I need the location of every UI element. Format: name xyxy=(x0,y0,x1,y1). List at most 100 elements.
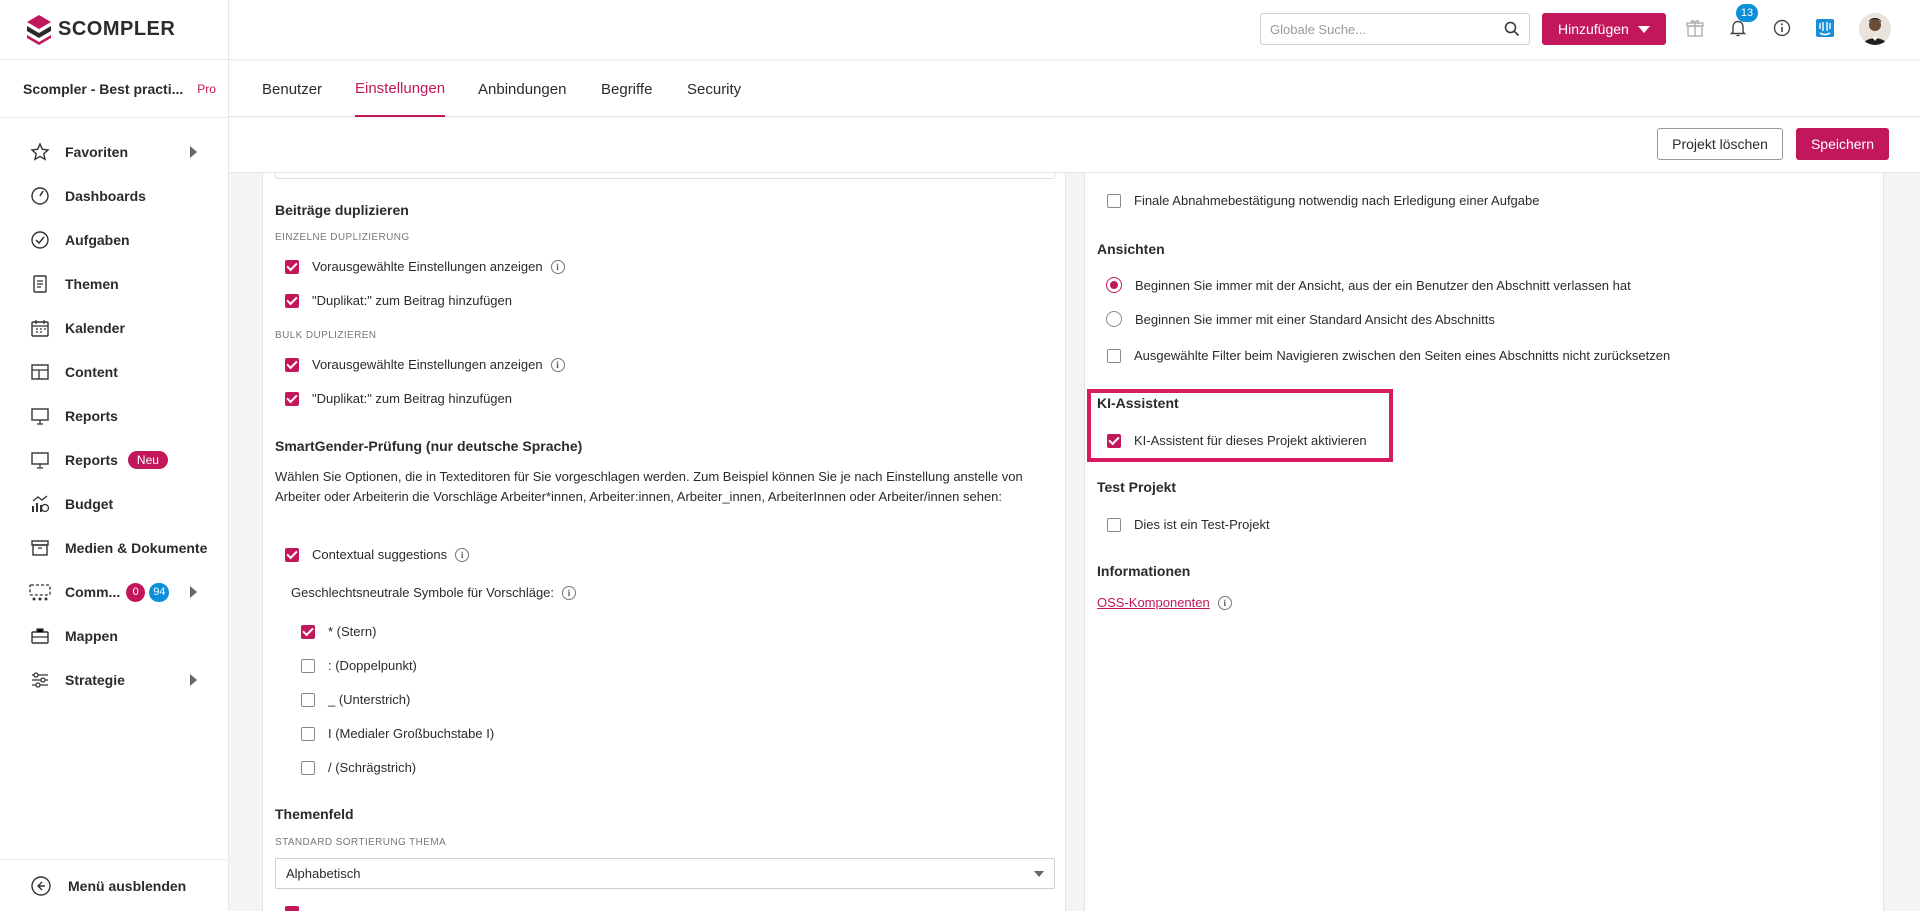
sidebar-item-reports[interactable]: Reports xyxy=(0,394,228,438)
info-icon[interactable]: i xyxy=(550,357,565,372)
sidebar-item-label: Dashboards xyxy=(65,188,146,204)
bell-icon[interactable]: 13 xyxy=(1726,4,1758,40)
global-search[interactable] xyxy=(1260,13,1530,45)
symbol-option-colon[interactable]: : (Doppelpunkt) xyxy=(301,658,417,673)
caret-right-icon[interactable] xyxy=(190,674,197,686)
option-label: Beginnen Sie immer mit der Ansicht, aus … xyxy=(1135,277,1631,293)
symbol-option-star[interactable]: * (Stern) xyxy=(301,624,376,639)
sidebar-item-strategie[interactable]: Strategie xyxy=(0,658,228,702)
option-bulk-preselected[interactable]: Vorausgewählte Einstellungen anzeigen i xyxy=(285,357,565,372)
table-icon xyxy=(29,361,51,383)
checkbox[interactable] xyxy=(285,293,299,308)
intercom-icon[interactable] xyxy=(1813,16,1837,40)
symbol-option-capital-i[interactable]: I (Medialer Großbuchstabe I) xyxy=(301,726,494,741)
checkbox[interactable] xyxy=(301,624,315,639)
checkbox[interactable] xyxy=(301,658,315,673)
unread-badge-blue: 94 xyxy=(149,582,170,602)
section-title-ki-assistant: KI-Assistent xyxy=(1097,395,1179,411)
checkbox[interactable] xyxy=(285,259,299,274)
user-avatar[interactable] xyxy=(1859,13,1891,45)
sidebar-item-label: Mappen xyxy=(65,628,118,644)
checkbox[interactable] xyxy=(1107,433,1121,448)
option-label: Ausgewählte Filter beim Navigieren zwisc… xyxy=(1134,348,1671,363)
checkbox[interactable] xyxy=(285,547,299,562)
delete-project-button[interactable]: Projekt löschen xyxy=(1657,128,1783,160)
sidebar-item-budget[interactable]: Budget xyxy=(0,482,228,526)
radio-button[interactable] xyxy=(1106,311,1122,327)
truncated-field xyxy=(275,173,1055,179)
tab-benutzer[interactable]: Benutzer xyxy=(262,61,322,117)
sidebar-item-aufgaben[interactable]: Aufgaben xyxy=(0,218,228,262)
info-icon[interactable]: i xyxy=(455,547,470,562)
checkbox[interactable] xyxy=(285,357,299,372)
star-icon xyxy=(29,141,51,163)
search-icon[interactable] xyxy=(1504,21,1520,37)
view-option-standard[interactable]: Beginnen Sie immer mit einer Standard An… xyxy=(1106,311,1495,327)
option-label: Beginnen Sie immer mit einer Standard An… xyxy=(1135,311,1495,327)
briefcase-icon xyxy=(29,625,51,647)
section-title-views: Ansichten xyxy=(1097,241,1165,257)
option-final-approval[interactable]: Finale Abnahmebestätigung notwendig nach… xyxy=(1107,193,1539,208)
budget-chart-icon xyxy=(29,493,51,515)
info-icon[interactable]: i xyxy=(550,259,565,274)
sidebar-item-medien[interactable]: Medien & Dokumente xyxy=(0,526,228,570)
new-badge: Neu xyxy=(127,451,168,469)
caret-right-icon[interactable] xyxy=(190,146,197,158)
sidebar-item-kalender[interactable]: Kalender xyxy=(0,306,228,350)
checkbox[interactable] xyxy=(285,391,299,406)
tab-begriffe[interactable]: Begriffe xyxy=(601,61,652,117)
sidebar-item-content[interactable]: Content xyxy=(0,350,228,394)
option-single-preselected[interactable]: Vorausgewählte Einstellungen anzeigen i xyxy=(285,259,565,274)
checkbox[interactable] xyxy=(301,726,315,741)
sidebar-item-dashboards[interactable]: Dashboards xyxy=(0,174,228,218)
hide-menu-button[interactable]: Menü ausblenden xyxy=(0,859,229,911)
option-enable-ki-assistant[interactable]: KI-Assistent für dieses Projekt aktivier… xyxy=(1107,433,1367,448)
symbol-option-underscore[interactable]: _ (Unterstrich) xyxy=(301,692,410,707)
option-label: : (Doppelpunkt) xyxy=(328,658,417,673)
tab-anbindungen[interactable]: Anbindungen xyxy=(478,61,566,117)
checkbox[interactable] xyxy=(1107,193,1121,208)
checkbox[interactable] xyxy=(301,692,315,707)
symbols-label-row: Geschlechtsneutrale Symbole für Vorschlä… xyxy=(291,585,577,600)
sidebar: SCOMPLER Scompler - Best practi... Pro F… xyxy=(0,0,229,911)
subtitle-default-sort: STANDARD SORTIERUNG THEMA xyxy=(275,837,447,848)
option-label: Dies ist ein Test-Projekt xyxy=(1134,517,1270,532)
checkbox[interactable] xyxy=(301,760,315,775)
option-bulk-duplicate-prefix[interactable]: "Duplikat:" zum Beitrag hinzufügen xyxy=(285,391,512,406)
tab-security[interactable]: Security xyxy=(687,61,741,117)
option-test-project[interactable]: Dies ist ein Test-Projekt xyxy=(1107,517,1270,532)
sidebar-item-reports-neu[interactable]: Reports Neu xyxy=(0,438,228,482)
checkbox[interactable] xyxy=(1107,517,1121,532)
option-label: "Duplikat:" zum Beitrag hinzufügen xyxy=(312,293,513,308)
checkbox-partial[interactable] xyxy=(285,906,299,911)
smartgender-description: Wählen Sie Optionen, die in Texteditoren… xyxy=(275,469,1023,504)
sidebar-item-community[interactable]: Comm... 0 94 xyxy=(0,570,228,614)
gift-icon[interactable] xyxy=(1683,16,1707,40)
sidebar-item-label: Aufgaben xyxy=(65,232,130,248)
sidebar-item-themen[interactable]: Themen xyxy=(0,262,228,306)
logo[interactable]: SCOMPLER xyxy=(0,0,228,60)
oss-components-link[interactable]: OSS-Komponenten xyxy=(1097,595,1210,610)
sidebar-item-mappen[interactable]: Mappen xyxy=(0,614,228,658)
info-icon[interactable] xyxy=(1770,16,1794,40)
sidebar-item-favoriten[interactable]: Favoriten xyxy=(0,130,228,174)
info-icon[interactable]: i xyxy=(562,585,577,600)
add-button[interactable]: Hinzufügen xyxy=(1542,13,1666,45)
default-sort-select[interactable]: Alphabetisch xyxy=(275,858,1055,889)
archive-box-icon xyxy=(29,537,51,559)
tab-einstellungen[interactable]: Einstellungen xyxy=(355,61,446,117)
info-icon[interactable]: i xyxy=(1217,595,1232,610)
radio-button[interactable] xyxy=(1106,277,1122,293)
option-single-duplicate-prefix[interactable]: "Duplikat:" zum Beitrag hinzufügen xyxy=(285,293,512,308)
symbol-option-slash[interactable]: / (Schrägstrich) xyxy=(301,760,416,775)
checkbox[interactable] xyxy=(1107,348,1121,363)
option-keep-filters[interactable]: Ausgewählte Filter beim Navigieren zwisc… xyxy=(1107,348,1670,363)
option-contextual-suggestions[interactable]: Contextual suggestions i xyxy=(285,547,470,562)
view-option-last[interactable]: Beginnen Sie immer mit der Ansicht, aus … xyxy=(1106,277,1631,293)
project-switcher[interactable]: Scompler - Best practi... Pro xyxy=(0,60,228,118)
hide-menu-label: Menü ausblenden xyxy=(68,877,187,894)
search-input[interactable] xyxy=(1261,14,1491,44)
top-header: Hinzufügen 13 xyxy=(229,0,1920,60)
save-button[interactable]: Speichern xyxy=(1796,128,1889,160)
caret-right-icon[interactable] xyxy=(190,586,197,598)
